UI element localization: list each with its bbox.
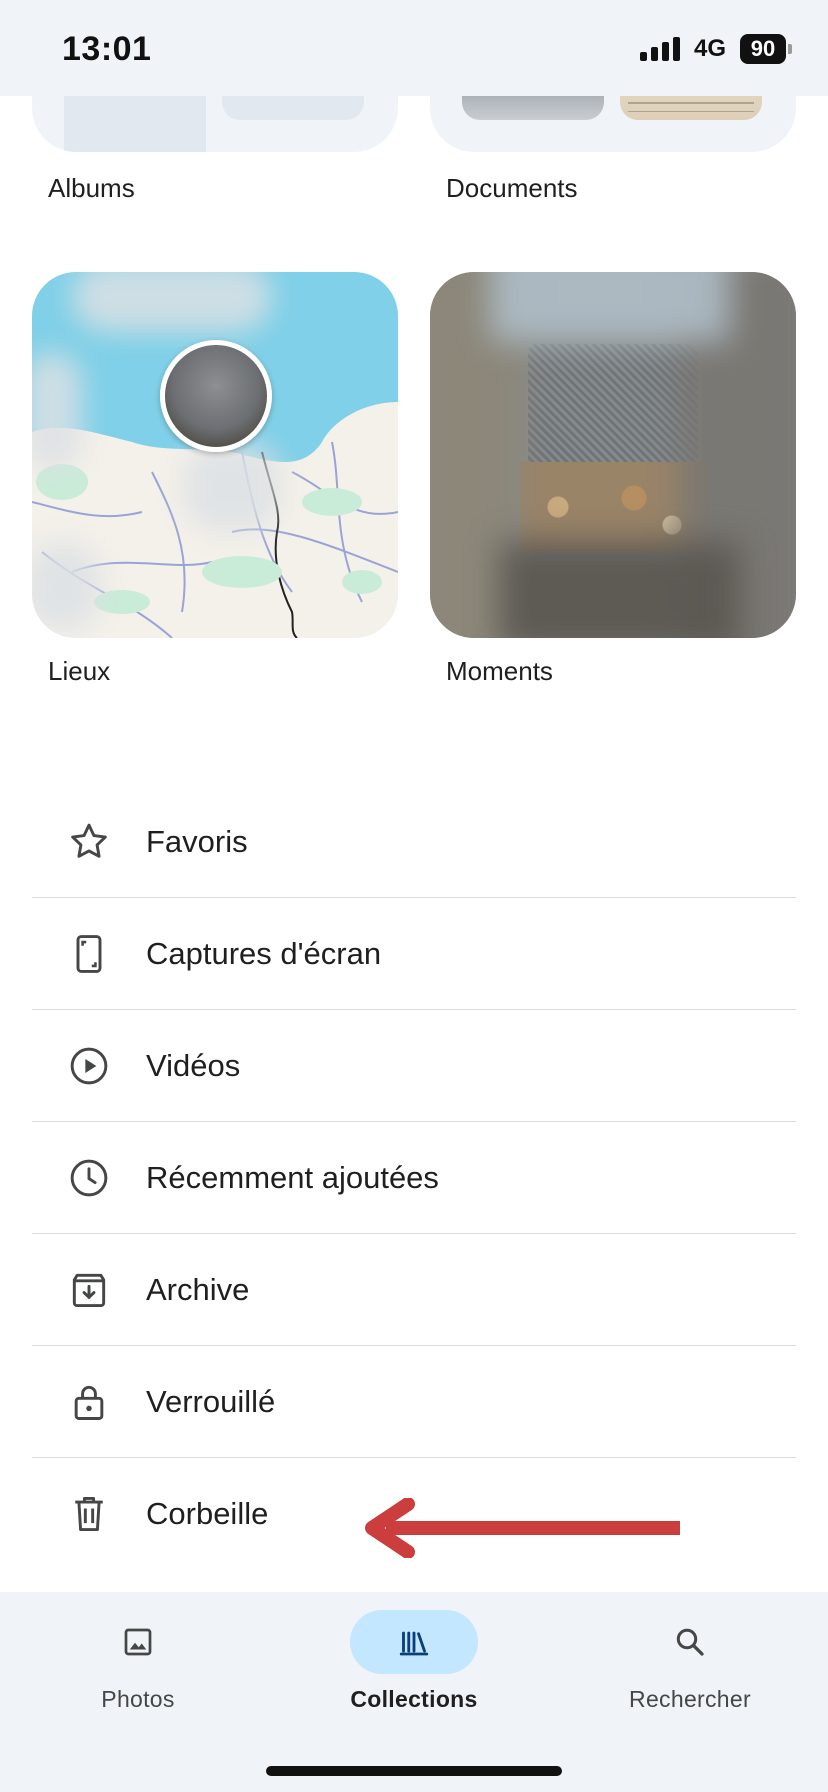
list-item-videos[interactable]: Vidéos (32, 1010, 796, 1122)
signal-icon (639, 37, 680, 61)
documents-label: Documents (446, 173, 578, 203)
list-item-archive[interactable]: Archive (32, 1234, 796, 1346)
status-time: 13:01 (62, 30, 152, 68)
list-item-label: Récemment ajoutées (146, 1159, 439, 1195)
battery-icon: 90 (740, 34, 792, 64)
nav-collections[interactable]: Collections (304, 1610, 524, 1713)
screenshot-icon (32, 932, 146, 976)
list-item-label: Corbeille (146, 1496, 269, 1531)
list-item-label: Vidéos (146, 1047, 241, 1083)
list-item-locked[interactable]: Verrouillé (32, 1346, 796, 1458)
places-label: Lieux (48, 656, 111, 686)
collections-icon (350, 1610, 478, 1674)
photo-icon (74, 1610, 202, 1674)
network-type: 4G (693, 35, 726, 62)
nav-search[interactable]: Rechercher (580, 1610, 800, 1713)
lock-icon (32, 1380, 146, 1424)
annotation-arrow (365, 1498, 680, 1558)
screen: 13:01 4G 90 Albums Documents Lieux Momen… (0, 0, 828, 1792)
archive-icon (32, 1268, 146, 1312)
bottom-navigation: Photos Collections Rechercher (0, 1592, 828, 1792)
list-item-label: Archive (146, 1271, 250, 1307)
clock-icon (32, 1156, 146, 1200)
albums-label: Albums (48, 173, 135, 203)
nav-photos[interactable]: Photos (28, 1610, 248, 1713)
moments-tile[interactable] (430, 272, 796, 638)
utilities-list: Favoris Captures d'écran Vidéos Récemmen… (32, 786, 796, 1570)
play-circle-icon (32, 1044, 146, 1088)
home-indicator[interactable] (266, 1766, 562, 1776)
list-item-label: Favoris (146, 823, 248, 859)
moments-label: Moments (446, 656, 553, 686)
album-thumbnail (64, 96, 206, 152)
status-indicators: 4G 90 (639, 34, 792, 64)
nav-search-label: Rechercher (629, 1686, 751, 1712)
list-item-label: Captures d'écran (146, 935, 382, 971)
status-bar: 13:01 4G 90 (0, 0, 828, 96)
nav-collections-label: Collections (350, 1686, 478, 1712)
place-avatar (160, 340, 272, 452)
nav-photos-label: Photos (101, 1686, 175, 1712)
star-icon (32, 820, 146, 864)
trash-icon (32, 1492, 146, 1536)
list-item-screenshots[interactable]: Captures d'écran (32, 898, 796, 1010)
list-item-favorites[interactable]: Favoris (32, 786, 796, 898)
places-tile[interactable] (32, 272, 398, 638)
battery-level: 90 (740, 34, 786, 64)
list-item-label: Verrouillé (146, 1383, 276, 1419)
list-item-recent[interactable]: Récemment ajoutées (32, 1122, 796, 1234)
search-icon (626, 1610, 754, 1674)
